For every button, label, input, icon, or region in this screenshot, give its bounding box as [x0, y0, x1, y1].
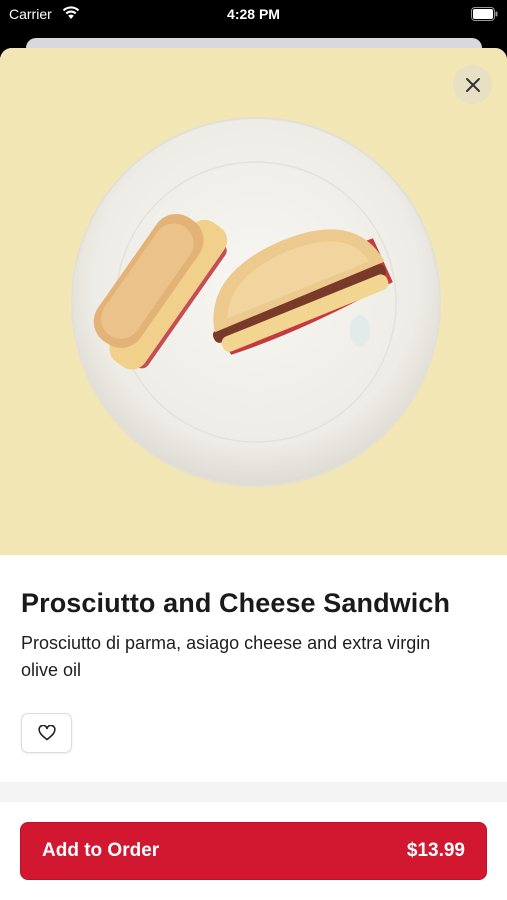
- product-title: Prosciutto and Cheese Sandwich: [21, 588, 451, 618]
- price-label: $13.99: [406, 840, 465, 861]
- product-sheet: Prosciutto and Cheese Sandwich Prosciutt…: [0, 48, 507, 900]
- battery-icon: [471, 7, 498, 21]
- close-icon: [465, 77, 480, 92]
- sandwich-plate-image: [71, 117, 441, 487]
- add-to-order-label: Add to Order: [42, 840, 160, 861]
- heart-outline-icon: [37, 725, 56, 741]
- product-image: [0, 48, 507, 555]
- clock: 4:28 PM: [227, 6, 280, 22]
- status-bar: Carrier 4:28 PM: [0, 0, 507, 30]
- favorite-button[interactable]: [21, 713, 72, 753]
- section-divider: [0, 782, 507, 802]
- add-to-order-button[interactable]: Add to Order $13.99: [20, 822, 487, 880]
- close-button[interactable]: [453, 65, 492, 104]
- product-description: Prosciutto di parma, asiago cheese and e…: [21, 633, 431, 680]
